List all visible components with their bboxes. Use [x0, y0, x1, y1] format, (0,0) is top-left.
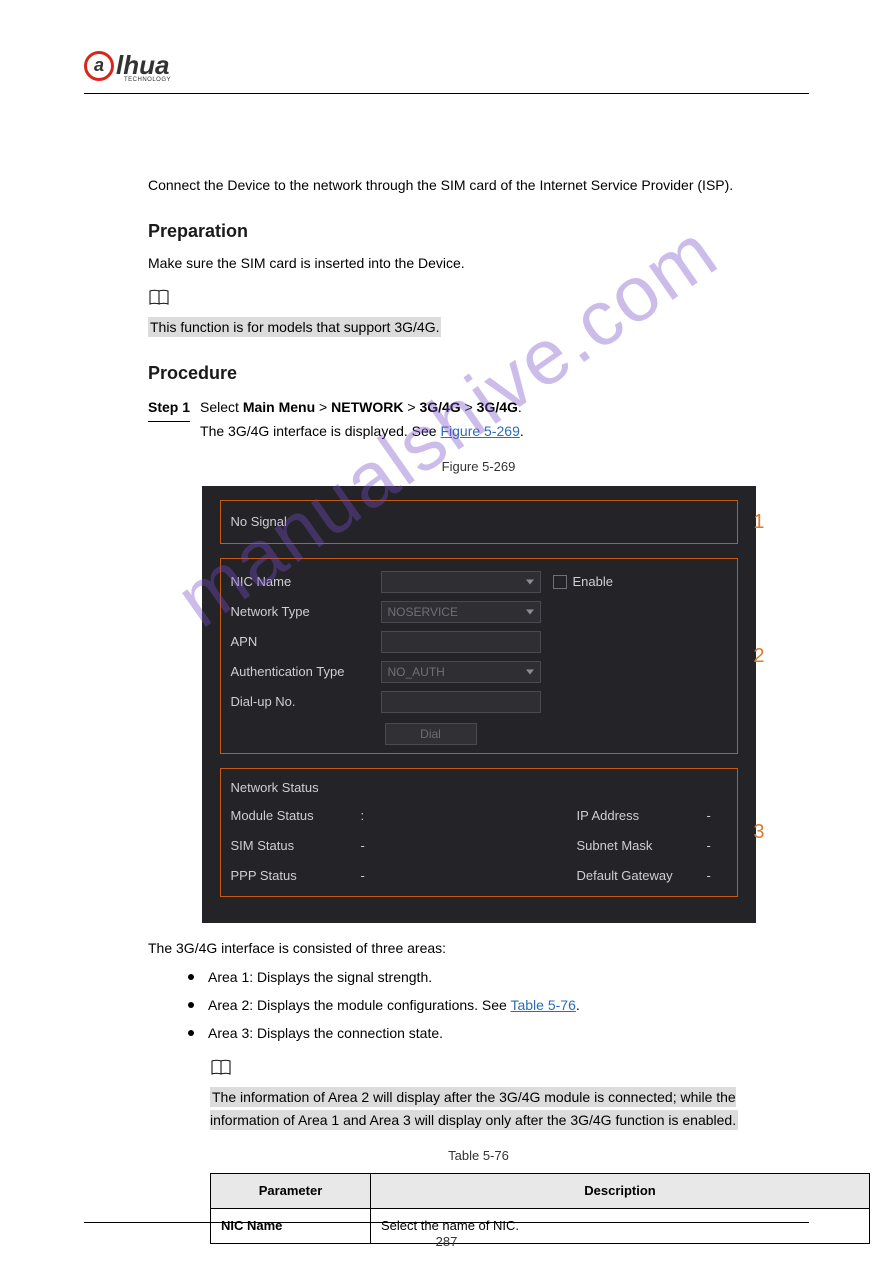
book-icon	[148, 289, 170, 307]
note-highlight-2: The information of Area 2 will display a…	[210, 1086, 789, 1134]
bullet-icon	[188, 1030, 194, 1036]
intro-para: Connect the Device to the network throug…	[148, 174, 809, 198]
book-icon	[210, 1059, 232, 1077]
step-1-text: Select Main Menu > NETWORK > 3G/4G > 3G/…	[200, 396, 809, 444]
select-nic-name[interactable]	[381, 571, 541, 593]
section-procedure: Procedure	[148, 358, 809, 389]
select-network-type[interactable]: NOSERVICE	[381, 601, 541, 623]
label-subnet: Subnet Mask	[577, 835, 707, 857]
label-ip-address: IP Address	[577, 805, 707, 827]
label-module-status: Module Status	[231, 805, 361, 827]
bullet-2: Area 2: Displays the module configuratio…	[208, 994, 809, 1018]
figure-image: No Signal 1 2 NIC Name Enable Network Ty…	[148, 486, 809, 922]
document-body: Connect the Device to the network throug…	[148, 174, 809, 1244]
input-apn[interactable]	[381, 631, 541, 653]
region-num-2: 2	[753, 639, 764, 673]
label-network-status: Network Status	[231, 777, 727, 799]
signal-status: No Signal	[231, 514, 287, 529]
th-parameter: Parameter	[211, 1174, 371, 1209]
dial-button[interactable]: Dial	[385, 723, 477, 745]
prep-text: Make sure the SIM card is inserted into …	[148, 252, 809, 276]
enable-checkbox[interactable]	[553, 575, 567, 589]
th-description: Description	[371, 1174, 870, 1209]
section-preparation: Preparation	[148, 216, 809, 247]
logo: a lhua TECHNOLOGY	[84, 50, 809, 83]
header-rule	[84, 93, 809, 94]
input-dialup[interactable]	[381, 691, 541, 713]
bullet-1: Area 1: Displays the signal strength.	[208, 966, 809, 990]
region-intro: The 3G/4G interface is consisted of thre…	[148, 937, 809, 961]
region-num-1: 1	[753, 505, 764, 539]
label-nic-name: NIC Name	[231, 571, 381, 593]
label-gateway: Default Gateway	[577, 865, 707, 887]
step-1-label: Step 1	[148, 396, 190, 422]
label-dialup: Dial-up No.	[231, 691, 381, 713]
logo-subtext: TECHNOLOGY	[124, 77, 809, 83]
table-caption: Table 5-76	[148, 1145, 809, 1167]
label-apn: APN	[231, 631, 381, 653]
note-highlight-1: This function is for models that support…	[148, 316, 809, 340]
logo-mark: a	[84, 51, 114, 81]
label-network-type: Network Type	[231, 601, 381, 623]
figure-ref-link[interactable]: Figure 5-269	[440, 423, 519, 439]
figure-caption: Figure 5-269	[148, 456, 809, 478]
bullet-icon	[188, 974, 194, 980]
select-auth-type[interactable]: NO_AUTH	[381, 661, 541, 683]
label-sim-status: SIM Status	[231, 835, 361, 857]
enable-label: Enable	[573, 571, 613, 593]
table-ref-link[interactable]: Table 5-76	[510, 997, 575, 1013]
bullet-icon	[188, 1002, 194, 1008]
footer-rule	[84, 1222, 809, 1223]
page-number: 287	[0, 1234, 893, 1249]
label-ppp-status: PPP Status	[231, 865, 361, 887]
bullet-3: Area 3: Displays the connection state.	[208, 1022, 809, 1046]
region-num-3: 3	[753, 815, 764, 849]
label-auth-type: Authentication Type	[231, 661, 381, 683]
